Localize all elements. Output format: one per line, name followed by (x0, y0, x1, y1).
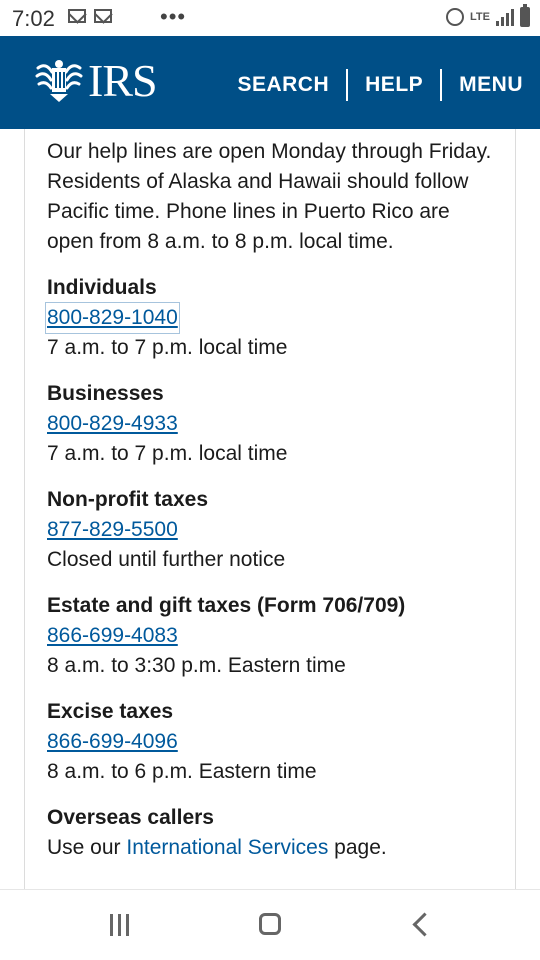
section-individuals: Individuals 800-829-1040 7 a.m. to 7 p.m… (45, 273, 497, 363)
network-type: LTE (470, 11, 490, 23)
signal-icon (496, 8, 514, 26)
intro-paragraph: Our help lines are open Monday through F… (47, 140, 492, 253)
content-body: Our help lines are open Monday through F… (45, 137, 497, 879)
overseas-suffix: page. (328, 836, 387, 859)
menu-nav-button[interactable]: MENU (442, 69, 540, 101)
section-title: Estate and gift taxes (Form 706/709) (47, 594, 406, 617)
more-notifications-icon: ••• (160, 4, 187, 29)
eagle-icon (35, 60, 83, 102)
section-hours: 7 a.m. to 7 p.m. local time (47, 336, 288, 359)
gmail-icon (94, 9, 112, 23)
section-excise: Excise taxes 866-699-4096 8 a.m. to 6 p.… (47, 697, 497, 787)
irs-logo[interactable]: IRS (34, 55, 158, 106)
section-overseas: Overseas callers Use our International S… (47, 803, 497, 863)
system-icons: LTE (446, 4, 530, 27)
phone-link-estate-gift[interactable]: 866-699-4083 (47, 621, 178, 651)
recent-apps-icon[interactable] (110, 914, 129, 936)
section-hours: Closed until further notice (47, 548, 286, 571)
section-title: Businesses (47, 382, 164, 405)
section-title: Excise taxes (47, 700, 174, 723)
section-title: Individuals (47, 276, 157, 299)
phone-link-businesses[interactable]: 800-829-4933 (47, 409, 178, 439)
section-hours: 8 a.m. to 6 p.m. Eastern time (47, 760, 317, 783)
logo-text: IRS (88, 55, 158, 106)
section-hours: 8 a.m. to 3:30 p.m. Eastern time (47, 654, 346, 677)
section-estate-gift: Estate and gift taxes (Form 706/709) 866… (47, 591, 497, 681)
main-content: Our help lines are open Monday through F… (24, 129, 516, 889)
mail-icon (68, 9, 86, 23)
section-businesses: Businesses 800-829-4933 7 a.m. to 7 p.m.… (47, 379, 497, 469)
status-time: 7:02 (12, 6, 55, 31)
section-title: Overseas callers (47, 806, 214, 829)
overseas-prefix: Use our (47, 836, 127, 859)
help-nav-button[interactable]: HELP (348, 69, 440, 101)
notification-icons (68, 9, 112, 23)
site-header: IRS SEARCH HELP MENU (0, 36, 540, 129)
header-nav: SEARCH HELP MENU (220, 69, 540, 101)
section-non-profit: Non-profit taxes 877-829-5500 Closed unt… (47, 485, 497, 575)
android-nav-bar (0, 889, 540, 960)
section-hours: 7 a.m. to 7 p.m. local time (47, 442, 288, 465)
battery-icon (520, 4, 530, 27)
phone-link-non-profit[interactable]: 877-829-5500 (47, 515, 178, 545)
back-icon[interactable] (412, 912, 437, 937)
home-icon[interactable] (259, 913, 281, 935)
alarm-icon (446, 8, 465, 26)
phone-link-excise[interactable]: 866-699-4096 (47, 727, 178, 757)
international-services-link[interactable]: International Services (126, 836, 328, 859)
phone-link-individuals[interactable]: 800-829-1040 (45, 302, 180, 334)
section-title: Non-profit taxes (47, 488, 209, 511)
search-nav-button[interactable]: SEARCH (220, 69, 346, 101)
status-bar: 7:02 ••• LTE (0, 0, 540, 36)
